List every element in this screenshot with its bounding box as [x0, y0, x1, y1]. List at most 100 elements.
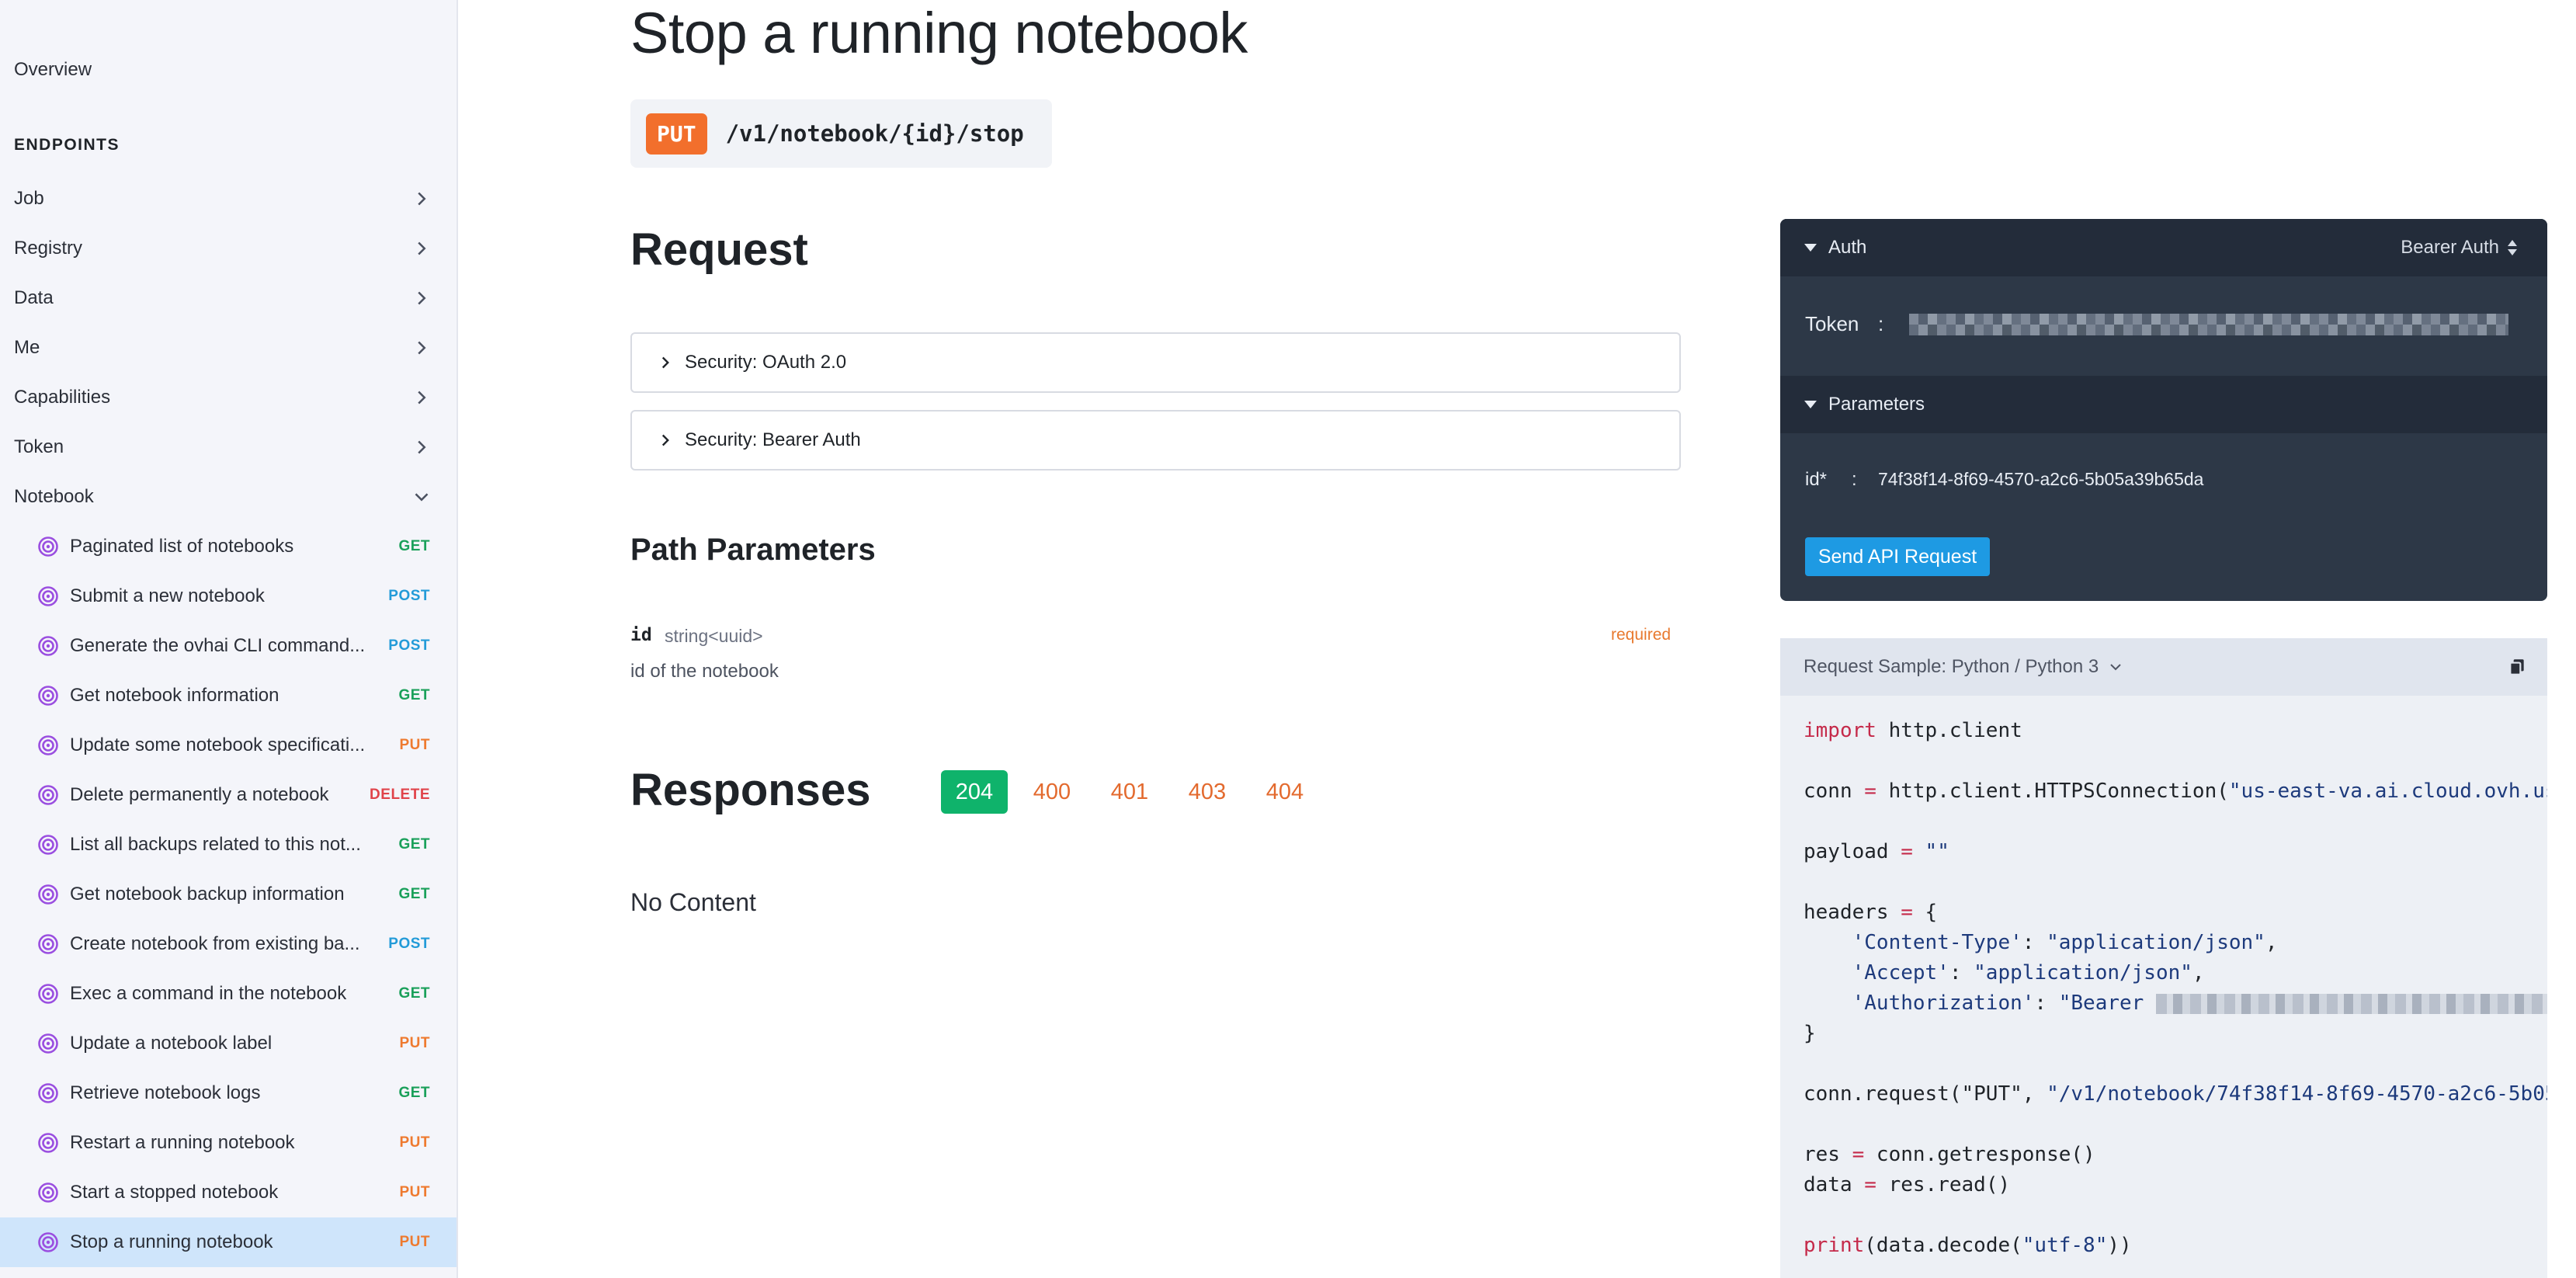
- sidebar: Overview ENDPOINTS Job Registry Data Me …: [0, 0, 458, 1278]
- response-tab-400[interactable]: 400: [1019, 770, 1085, 814]
- sidebar-endpoint-item[interactable]: Get notebook backup information GET: [0, 870, 457, 919]
- target-icon: [38, 785, 58, 805]
- token-label: Token: [1805, 312, 1859, 335]
- chevron-right-icon: [418, 291, 426, 305]
- sidebar-endpoint-item[interactable]: Paginated list of notebooks GET: [0, 522, 457, 571]
- method-label: PUT: [399, 1184, 430, 1200]
- request-sample: Request Sample: Python / Python 3 import…: [1780, 638, 2547, 1278]
- page-title: Stop a running notebook: [630, 1, 1248, 65]
- sidebar-endpoint-item[interactable]: Start a stopped notebook PUT: [0, 1168, 457, 1217]
- endpoint-path: /v1/notebook/{id}/stop: [725, 120, 1024, 147]
- sidebar-item-data[interactable]: Data: [0, 273, 457, 323]
- method-label: GET: [398, 687, 430, 703]
- endpoint-label: Stop a running notebook: [70, 1231, 273, 1252]
- sidebar-item-token[interactable]: Token: [0, 422, 457, 472]
- endpoint-label: Exec a command in the notebook: [70, 983, 347, 1004]
- id-input[interactable]: 74f38f14-8f69-4570-a2c6-5b05a39b65da: [1878, 469, 2203, 490]
- token-input[interactable]: [1909, 314, 2508, 335]
- sidebar-item-job[interactable]: Job: [0, 174, 457, 224]
- copy-icon[interactable]: [2507, 657, 2527, 677]
- method-label: DELETE: [370, 787, 430, 803]
- chevron-right-icon: [661, 434, 669, 446]
- endpoint-label: List all backups related to this not...: [70, 834, 361, 855]
- sidebar-endpoint-item[interactable]: Get notebook information GET: [0, 671, 457, 721]
- chevron-right-icon: [418, 241, 426, 255]
- response-tab-403[interactable]: 403: [1174, 770, 1241, 814]
- method-label: PUT: [399, 1134, 430, 1151]
- sidebar-endpoint-item[interactable]: Exec a command in the notebook GET: [0, 969, 457, 1019]
- send-api-request-button[interactable]: Send API Request: [1805, 537, 1990, 576]
- security-bearer-toggle[interactable]: Security: Bearer Auth: [630, 410, 1681, 471]
- language-select[interactable]: Request Sample: Python / Python 3: [1804, 656, 2099, 678]
- target-icon: [38, 835, 58, 855]
- target-icon: [38, 1182, 58, 1203]
- param-description: id of the notebook: [630, 661, 779, 682]
- chevron-right-icon: [418, 391, 426, 405]
- token-colon: :: [1878, 312, 1884, 335]
- sidebar-item-overview[interactable]: Overview: [14, 59, 92, 81]
- sidebar-item-registry[interactable]: Registry: [0, 224, 457, 273]
- caret-down-icon: [1804, 401, 1817, 408]
- sidebar-endpoint-item[interactable]: Submit a new notebook POST: [0, 571, 457, 621]
- sort-icon: [2508, 240, 2517, 255]
- method-label: POST: [388, 588, 430, 604]
- target-icon: [38, 934, 58, 954]
- target-icon: [38, 537, 58, 557]
- api-console: Auth Bearer Auth Token : Parameters id* …: [1780, 219, 2547, 601]
- auth-label: Auth: [1828, 237, 1867, 258]
- sidebar-item-label: Notebook: [14, 486, 94, 507]
- endpoint-label: Paginated list of notebooks: [70, 536, 294, 557]
- parameters-section-toggle[interactable]: Parameters: [1780, 376, 2547, 433]
- endpoint-label: Get notebook information: [70, 685, 279, 706]
- response-tab-204[interactable]: 204: [941, 770, 1008, 814]
- endpoint-label: Create notebook from existing ba...: [70, 933, 360, 954]
- auth-type-select[interactable]: Bearer Auth: [2401, 237, 2518, 259]
- request-sample-header: Request Sample: Python / Python 3: [1780, 638, 2547, 696]
- target-icon: [38, 984, 58, 1004]
- endpoint-label: Submit a new notebook: [70, 585, 265, 606]
- endpoint-label: Delete permanently a notebook: [70, 784, 329, 805]
- sidebar-item-me[interactable]: Me: [0, 323, 457, 373]
- response-tab-401[interactable]: 401: [1096, 770, 1163, 814]
- endpoint-label: Update some notebook specificati...: [70, 735, 366, 755]
- endpoint-label: Start a stopped notebook: [70, 1182, 279, 1203]
- target-icon: [38, 735, 58, 755]
- target-icon: [38, 686, 58, 706]
- sidebar-endpoint-item[interactable]: Update a notebook label PUT: [0, 1019, 457, 1068]
- parameters-label: Parameters: [1828, 394, 1925, 415]
- method-label: GET: [398, 886, 430, 902]
- sidebar-endpoint-item[interactable]: Generate the ovhai CLI command... POST: [0, 621, 457, 671]
- sidebar-endpoint-item[interactable]: Update some notebook specificati... PUT: [0, 721, 457, 770]
- sidebar-endpoint-item[interactable]: Create notebook from existing ba... POST: [0, 919, 457, 969]
- sidebar-item-label: Job: [14, 188, 44, 209]
- redacted-token: [1909, 314, 2508, 335]
- security-oauth-toggle[interactable]: Security: OAuth 2.0: [630, 332, 1681, 393]
- method-label: PUT: [399, 1035, 430, 1051]
- chevron-right-icon: [418, 341, 426, 355]
- sidebar-endpoint-item[interactable]: Stop a running notebook PUT: [0, 1217, 457, 1267]
- method-label: POST: [388, 936, 430, 952]
- sidebar-item-capabilities[interactable]: Capabilities: [0, 373, 457, 422]
- target-icon: [38, 1133, 58, 1153]
- target-icon: [38, 1033, 58, 1054]
- target-icon: [38, 1232, 58, 1252]
- id-colon: :: [1852, 469, 1857, 490]
- method-label: GET: [398, 1085, 430, 1101]
- endpoint-label: Update a notebook label: [70, 1033, 273, 1054]
- response-tab-404[interactable]: 404: [1252, 770, 1318, 814]
- auth-section-toggle[interactable]: Auth Bearer Auth: [1780, 219, 2547, 276]
- param-type: string<uuid>: [665, 626, 763, 646]
- method-badge: PUT: [646, 113, 707, 155]
- endpoint-summary: PUT /v1/notebook/{id}/stop: [630, 99, 1052, 168]
- auth-type-value: Bearer Auth: [2401, 237, 2499, 258]
- sidebar-endpoint-item[interactable]: List all backups related to this not... G…: [0, 820, 457, 870]
- id-label: id*: [1805, 469, 1828, 490]
- sidebar-item-label: Token: [14, 436, 64, 457]
- sidebar-endpoint-item[interactable]: Restart a running notebook PUT: [0, 1118, 457, 1168]
- endpoint-label: Retrieve notebook logs: [70, 1082, 261, 1103]
- sidebar-endpoint-item[interactable]: Delete permanently a notebook DELETE: [0, 770, 457, 820]
- chevron-down-icon: [2110, 664, 2121, 671]
- endpoint-label: Restart a running notebook: [70, 1132, 295, 1153]
- sidebar-item-notebook[interactable]: Notebook: [0, 472, 457, 522]
- sidebar-endpoint-item[interactable]: Retrieve notebook logs GET: [0, 1068, 457, 1118]
